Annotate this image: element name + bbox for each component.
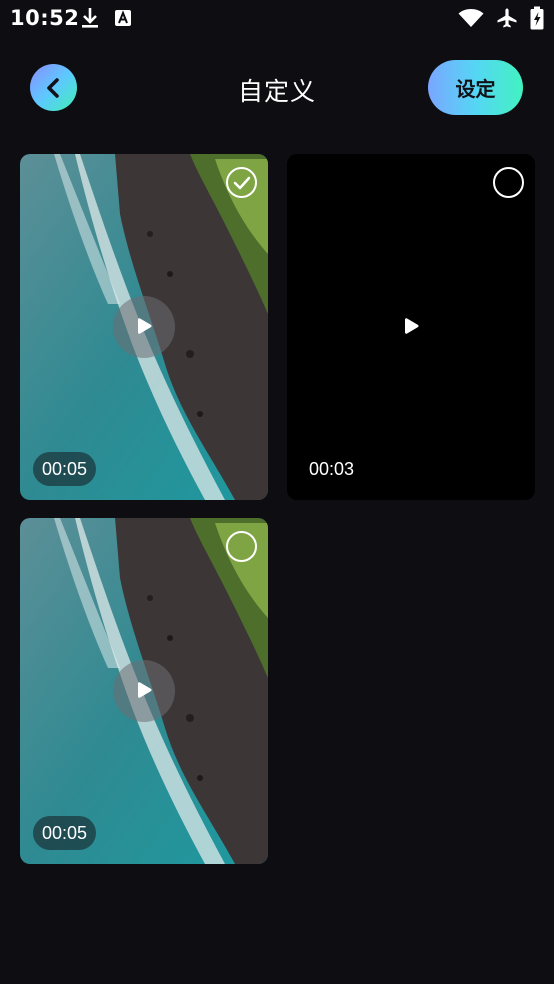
header: 自定义 设定: [0, 58, 554, 118]
video-card[interactable]: 00:05: [20, 518, 268, 864]
select-checkbox[interactable]: [493, 167, 524, 198]
status-time: 10:52: [10, 6, 80, 30]
airplane-icon: [496, 7, 518, 29]
play-button[interactable]: [113, 296, 175, 358]
download-icon: [80, 7, 100, 29]
play-icon: [135, 681, 153, 701]
status-right-icons: [458, 6, 544, 30]
video-duration: 00:03: [309, 458, 355, 479]
video-duration: 00:05: [33, 452, 97, 486]
select-checkbox[interactable]: [226, 167, 257, 198]
select-checkbox[interactable]: [226, 531, 257, 562]
status-bar: 10:52: [0, 0, 554, 38]
video-duration: 00:05: [33, 816, 97, 850]
screen: 10:52 自定义 设定 00:05 00:03 00:05: [0, 0, 554, 984]
battery-icon: [530, 6, 544, 30]
play-button[interactable]: [113, 660, 175, 722]
play-icon: [402, 317, 420, 337]
font-a-icon: [114, 9, 132, 27]
settings-button[interactable]: 设定: [428, 60, 523, 115]
wifi-icon: [458, 8, 484, 28]
video-card[interactable]: 00:05: [20, 154, 268, 500]
status-left-icons: [80, 7, 132, 29]
video-card[interactable]: 00:03: [287, 154, 535, 500]
check-icon: [233, 176, 251, 190]
play-icon: [135, 317, 153, 337]
play-button[interactable]: [380, 296, 442, 358]
